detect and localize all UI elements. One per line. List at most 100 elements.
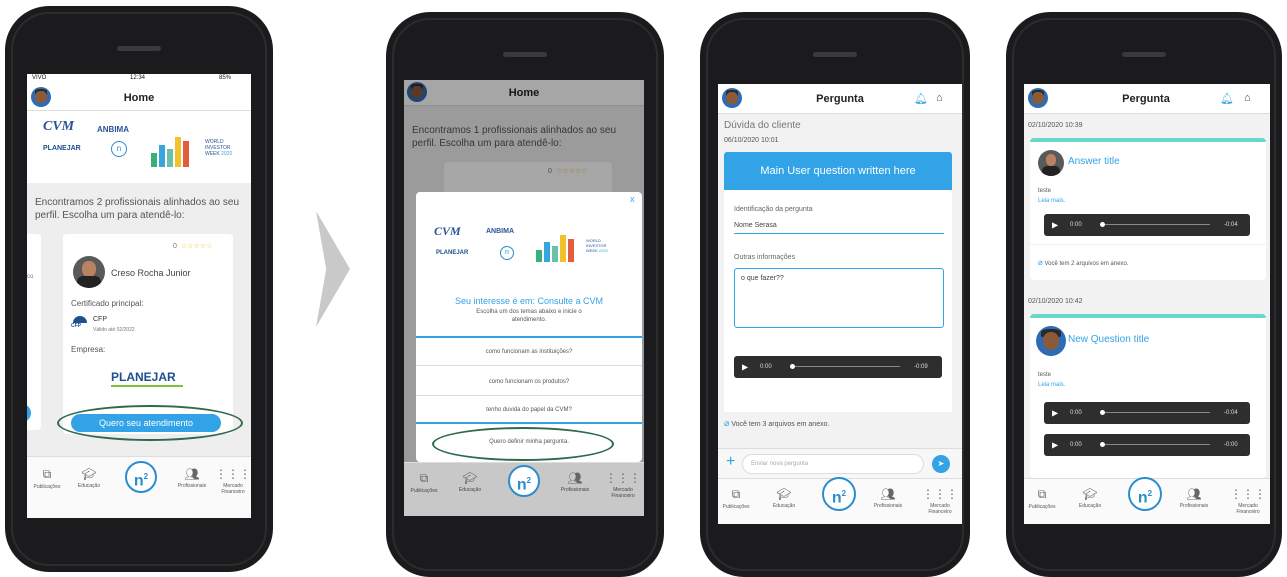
speaker <box>813 52 857 57</box>
speaker <box>503 52 547 57</box>
next-step-arrow <box>316 211 350 327</box>
bell-icon[interactable]: 🔔︎ <box>1220 92 1234 105</box>
home-icon[interactable]: ⌂ <box>1244 92 1251 104</box>
tab-educacao[interactable]: 🎓︎ Educação <box>71 467 107 489</box>
audio-player-1[interactable]: ▶ 0:00 -0:04 <box>1044 402 1250 424</box>
grid-icon: ⋮⋮⋮ <box>605 471 641 485</box>
n2-home-button[interactable]: n2 <box>125 461 157 493</box>
n2-home-button[interactable]: n2 <box>508 465 540 497</box>
screen: VIVO 12:34 85% Home CVM ANBIMA PLANEJAR … <box>27 74 251 518</box>
people-icon: 👥︎ <box>184 467 200 481</box>
home-icon[interactable]: ⌂ <box>936 92 943 104</box>
add-icon[interactable]: + <box>726 453 735 471</box>
phone-home-professionals: VIVO 12:34 85% Home CVM ANBIMA PLANEJAR … <box>5 6 273 572</box>
planejar-logo: PLANEJAR <box>43 145 81 152</box>
n2-home-button[interactable]: n2 <box>1128 477 1162 511</box>
tab-mercado[interactable]: ⋮⋮⋮ Mercado Financeiro <box>1228 487 1268 515</box>
option-institutions[interactable]: como funcionam as instituições? <box>416 338 642 366</box>
tab-publicacoes[interactable]: ⧉ Publicações <box>1024 487 1060 510</box>
tab-mercado[interactable]: ⋮⋮⋮ Mercado Financeiro <box>920 487 960 515</box>
speaker <box>117 46 161 51</box>
answer-title: Answer title <box>1068 156 1120 167</box>
tab-publicacoes[interactable]: ⧉ Publicações <box>29 467 65 490</box>
wiw-pencils-graphic <box>536 234 582 262</box>
option-products[interactable]: como funcionam os produtos? <box>416 368 642 396</box>
id-field[interactable]: Nome Serasa <box>734 222 944 234</box>
tab-mercado[interactable]: ⋮⋮⋮ Mercado Financeiro <box>604 471 642 499</box>
read-more-link[interactable]: Leia mais. <box>1038 198 1065 204</box>
battery: 85% <box>219 75 232 81</box>
send-icon[interactable]: ➤ <box>932 455 950 473</box>
phone-conversation: Pergunta 🔔︎ ⌂ 02/10/2020 10:39 Answer ti… <box>1006 12 1282 577</box>
tab-profissionais[interactable]: 👥︎ Profissionais <box>556 471 594 493</box>
tab-profissionais[interactable]: 👥︎ Profissionais <box>868 487 908 509</box>
user-avatar[interactable] <box>31 87 51 107</box>
question-title: New Question title <box>1068 334 1150 345</box>
people-icon: 👥︎ <box>880 487 896 501</box>
graduation-cap-icon: 🎓︎ <box>462 471 478 485</box>
cert-label: Certificado principal: <box>71 299 144 308</box>
rating-stars: ☆☆☆☆☆ <box>181 243 213 250</box>
compose-bar: + Enviar nova pergunta ➤ <box>718 448 962 478</box>
modal-subtext: Escolha um dos temas abaixo e inicie o a… <box>476 309 582 323</box>
user-avatar[interactable] <box>722 88 742 108</box>
topic-modal: x CVM ANBIMA PLANEJAR n WORLD INVESTOR WEE… <box>416 192 642 462</box>
section-title: Dúvida do cliente <box>724 120 801 131</box>
screen: Pergunta 🔔︎ ⌂ 02/10/2020 10:39 Answer ti… <box>1024 84 1270 524</box>
paperclip-icon: ⌀ <box>724 418 730 428</box>
new-question-input[interactable]: Enviar nova pergunta <box>742 454 924 474</box>
bell-icon[interactable]: 🔔︎ <box>914 92 928 105</box>
tab-bar: ⧉ Publicações 🎓︎ Educação n2 👥︎ Profissiona… <box>27 456 251 518</box>
tab-profissionais[interactable]: 👥︎ Profissionais <box>1174 487 1214 509</box>
tab-mercado[interactable]: ⋮⋮⋮ Mercado Financeiro <box>215 467 251 495</box>
tab-publicacoes[interactable]: ⧉ Publicações <box>406 471 442 494</box>
question-date: 06/10/2020 10:01 <box>724 137 779 144</box>
other-field[interactable]: o que fazer?? <box>734 268 944 328</box>
play-icon: ▶ <box>742 362 749 372</box>
grid-icon: ⋮⋮⋮ <box>215 467 251 481</box>
page-title: Home <box>123 92 155 104</box>
answer-body: teste <box>1038 188 1052 194</box>
world-investor-week-text: WORLD INVESTOR WEEK 2020 <box>205 139 233 157</box>
tab-bar: ⧉ Publicações 🎓︎ Educação n2 👥︎ Profissiona… <box>1024 477 1270 524</box>
user-avatar <box>1036 326 1066 356</box>
option-cvm-role[interactable]: tenho duvida do papel da CVM? <box>416 396 642 424</box>
play-icon: ▶ <box>1052 408 1059 418</box>
other-label: Outras informações <box>734 254 796 261</box>
audio-player[interactable]: ▶ 0:00 -0:04 <box>1044 214 1250 236</box>
tab-educacao[interactable]: 🎓︎ Educação <box>766 487 802 509</box>
page-title: Pergunta <box>816 93 864 105</box>
audio-player[interactable]: ▶ 0:00 -0:09 <box>734 356 942 378</box>
previous-professional-card[interactable]: co <box>27 234 41 430</box>
attachments-note: ⌀ Você tem 2 arquivos em anexo. <box>1038 258 1129 267</box>
question-card[interactable]: New Question title teste Leia mais. ▶ 0:… <box>1030 314 1266 478</box>
n2-logo: n <box>500 246 514 260</box>
carrier: VIVO <box>32 75 47 81</box>
tab-profissionais[interactable]: 👥︎ Profissionais <box>173 467 211 489</box>
tab-publicacoes[interactable]: ⧉ Publicações <box>718 487 754 510</box>
publications-icon: ⧉ <box>42 467 52 481</box>
tab-bar: ⧉ Publicações 🎓︎ Educação n2 👥︎ Profissiona… <box>404 462 644 516</box>
close-icon[interactable]: x <box>630 194 635 204</box>
tab-educacao[interactable]: 🎓︎ Educação <box>1072 487 1108 509</box>
question-date: 02/10/2020 10:42 <box>1028 298 1083 305</box>
grid-icon: ⋮⋮⋮ <box>1230 487 1266 501</box>
rating-count: 0 <box>173 243 177 250</box>
professional-name: Creso Rocha Junior <box>111 268 191 278</box>
world-investor-week-text: WORLD INVESTOR WEEK 2020 <box>586 238 608 253</box>
highlight-ellipse <box>432 427 614 461</box>
read-more-link[interactable]: Leia mais. <box>1038 382 1065 388</box>
play-icon: ▶ <box>1052 220 1059 230</box>
highlight-ellipse <box>57 405 243 441</box>
modal-heading: Seu interesse é em: Consulte a CVM <box>454 296 604 306</box>
professional-card[interactable]: 0 ☆☆☆☆☆ Creso Rocha Junior Certificado p… <box>63 234 233 434</box>
n2-home-button[interactable]: n2 <box>822 477 856 511</box>
phone-question-detail: Pergunta 🔔︎ ⌂ Dúvida do cliente 06/10/20… <box>700 12 970 577</box>
graduation-cap-icon: 🎓︎ <box>81 467 97 481</box>
n2-logo: n <box>111 141 127 157</box>
answer-card[interactable]: Answer title teste Leia mais. ▶ 0:00 -0:… <box>1030 138 1266 280</box>
tab-educacao[interactable]: 🎓︎ Educação <box>452 471 488 493</box>
audio-player-2[interactable]: ▶ 0:00 -0:00 <box>1044 434 1250 456</box>
event-banner: CVM ANBIMA PLANEJAR n WORLD INVESTOR WEEK … <box>27 111 251 183</box>
user-avatar[interactable] <box>1028 88 1048 108</box>
